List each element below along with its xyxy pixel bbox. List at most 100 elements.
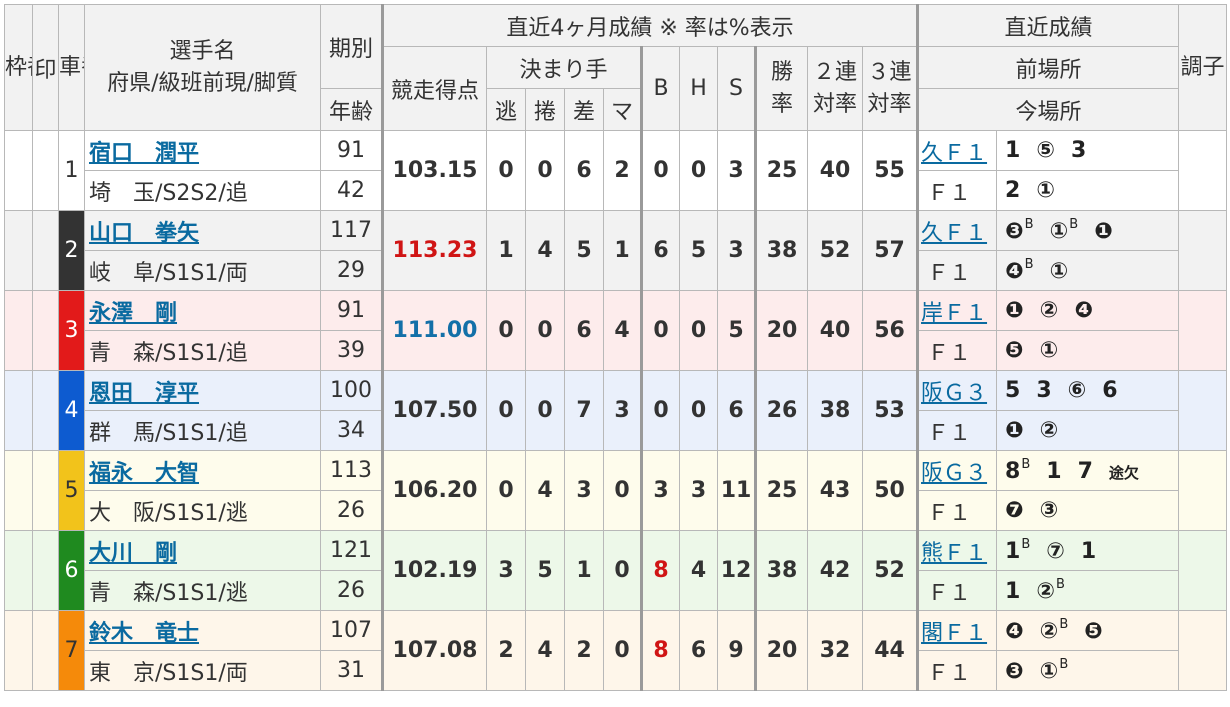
result-mark: 6	[1102, 378, 1118, 403]
car-number: 2	[58, 210, 85, 291]
result-mark: ❸B	[1005, 217, 1034, 244]
race-score: 111.00	[381, 290, 487, 371]
result-mark: 7	[1077, 459, 1093, 484]
prev-venue-text[interactable]: 熊Ｆ１	[921, 541, 987, 566]
race-score: 107.08	[381, 610, 487, 691]
shirushi-cell[interactable]	[32, 610, 59, 691]
ren2-rate: 43	[807, 450, 863, 531]
prev-venue-link[interactable]: 阪Ｇ３	[917, 370, 998, 411]
rider-age: 31	[320, 650, 383, 691]
prev-results: 53⑥6	[996, 370, 1180, 411]
back-mark: B	[1024, 257, 1034, 272]
win-rate: 20	[754, 290, 808, 371]
waku-cell	[4, 210, 33, 291]
header-kibetsu: 期別	[320, 4, 383, 89]
ren2-rate: 38	[807, 370, 863, 451]
prev-venue-link[interactable]: 久Ｆ１	[917, 210, 998, 251]
win-rate: 25	[754, 130, 808, 211]
race-score: 113.23	[381, 210, 487, 291]
cur-venue: Ｆ１	[917, 330, 998, 371]
prev-venue-text[interactable]: 阪Ｇ３	[921, 381, 987, 406]
cur-results: ❶②	[996, 410, 1180, 451]
rider-name-link[interactable]: 山口 拳矢	[84, 210, 321, 251]
choshi-cell	[1178, 210, 1228, 291]
prev-venue-text[interactable]: 閣Ｆ１	[921, 621, 987, 646]
S-count: 9	[717, 610, 756, 691]
makuri-count: 5	[525, 530, 565, 611]
rider-name-link[interactable]: 恩田 淳平	[84, 370, 321, 411]
kibetsu: 100	[320, 370, 383, 411]
rider-age: 26	[320, 490, 383, 531]
B-count: 8	[640, 530, 680, 611]
rider-pref-class: 岐 阜/S1S1/両	[84, 250, 321, 291]
result-mark: 1	[1005, 579, 1021, 604]
prev-venue-link[interactable]: 閣Ｆ１	[917, 610, 998, 651]
sashi-count: 6	[564, 290, 604, 371]
prev-venue-text[interactable]: 阪Ｇ３	[921, 461, 987, 486]
prev-venue-text[interactable]: 岸Ｆ１	[921, 301, 987, 326]
shirushi-cell[interactable]	[32, 210, 59, 291]
rider-age: 29	[320, 250, 383, 291]
ma-count: 3	[603, 370, 642, 451]
shirushi-cell[interactable]	[32, 290, 59, 371]
result-mark: ❹	[1005, 619, 1024, 644]
prev-results: 1B ⑦ 1	[996, 530, 1180, 571]
result-mark: ①	[1036, 178, 1055, 203]
cur-results: ❼③	[996, 490, 1180, 531]
ren2-rate: 32	[807, 610, 863, 691]
prev-results: 8B 1 7 途欠	[996, 450, 1180, 491]
shirushi-cell[interactable]	[32, 450, 59, 531]
shirushi-cell[interactable]	[32, 130, 59, 211]
ren3-rate: 52	[861, 530, 920, 611]
header-waku: 枠番	[4, 4, 33, 131]
rider-name-link[interactable]: 宿口 潤平	[84, 130, 321, 171]
header-B: B	[640, 46, 680, 131]
nige-count: 0	[486, 450, 526, 531]
rider-name-link[interactable]: 永澤 剛	[84, 290, 321, 331]
H-count: 0	[679, 370, 718, 451]
prev-venue-link[interactable]: 熊Ｆ１	[917, 530, 998, 571]
result-mark: ①B	[1039, 657, 1069, 684]
prev-venue-text[interactable]: 久Ｆ１	[921, 141, 987, 166]
H-count: 6	[679, 610, 718, 691]
rider-name-link[interactable]: 福永 大智	[84, 450, 321, 491]
header-win: 勝率	[754, 46, 808, 131]
rider-name-link[interactable]: 鈴木 竜士	[84, 610, 321, 651]
result-mark: 1B	[1005, 537, 1031, 564]
B-count: 0	[640, 370, 680, 451]
table-row: 3 永澤 剛 91 111.00 0 0 6 4 0 0 5 20 40 56 岸Ｆ１ ❶ ② ❹	[4, 290, 1228, 371]
kibetsu: 113	[320, 450, 383, 491]
back-mark: B	[1069, 217, 1079, 232]
header-H: H	[679, 46, 718, 131]
waku-cell	[4, 530, 33, 611]
cur-results: 2①	[996, 170, 1180, 211]
rider-pref-class: 大 阪/S1S1/逃	[84, 490, 321, 531]
cur-results: 1 ②B	[996, 570, 1180, 611]
nige-count: 1	[486, 210, 526, 291]
result-mark: ⑦	[1046, 539, 1065, 564]
ren3-rate: 53	[861, 370, 920, 451]
cur-results: ❺①	[996, 330, 1180, 371]
race-score: 102.19	[381, 530, 487, 611]
shirushi-cell[interactable]	[32, 530, 59, 611]
B-count: 0	[640, 130, 680, 211]
result-mark: ❹	[1074, 298, 1093, 323]
back-mark: B	[1021, 537, 1031, 552]
rider-name-link[interactable]: 大川 剛	[84, 530, 321, 571]
back-mark: B	[1024, 217, 1034, 232]
ma-count: 2	[603, 130, 642, 211]
sashi-count: 5	[564, 210, 604, 291]
S-count: 6	[717, 370, 756, 451]
result-mark: ②	[1039, 418, 1059, 443]
H-count: 3	[679, 450, 718, 531]
table-row: 6 大川 剛 121 102.19 3 5 1 0 8 4 12 38 42 52 熊Ｆ１ 1B ⑦ 1	[4, 530, 1228, 611]
result-mark: ①	[1039, 338, 1059, 363]
prev-venue-link[interactable]: 久Ｆ１	[917, 130, 998, 171]
prev-venue-link[interactable]: 阪Ｇ３	[917, 450, 998, 491]
waku-cell	[4, 610, 33, 691]
prev-venue-text[interactable]: 久Ｆ１	[921, 221, 987, 246]
prev-venue-link[interactable]: 岸Ｆ１	[917, 290, 998, 331]
race-score: 107.50	[381, 370, 487, 451]
cur-venue: Ｆ１	[917, 650, 998, 691]
shirushi-cell[interactable]	[32, 370, 59, 451]
